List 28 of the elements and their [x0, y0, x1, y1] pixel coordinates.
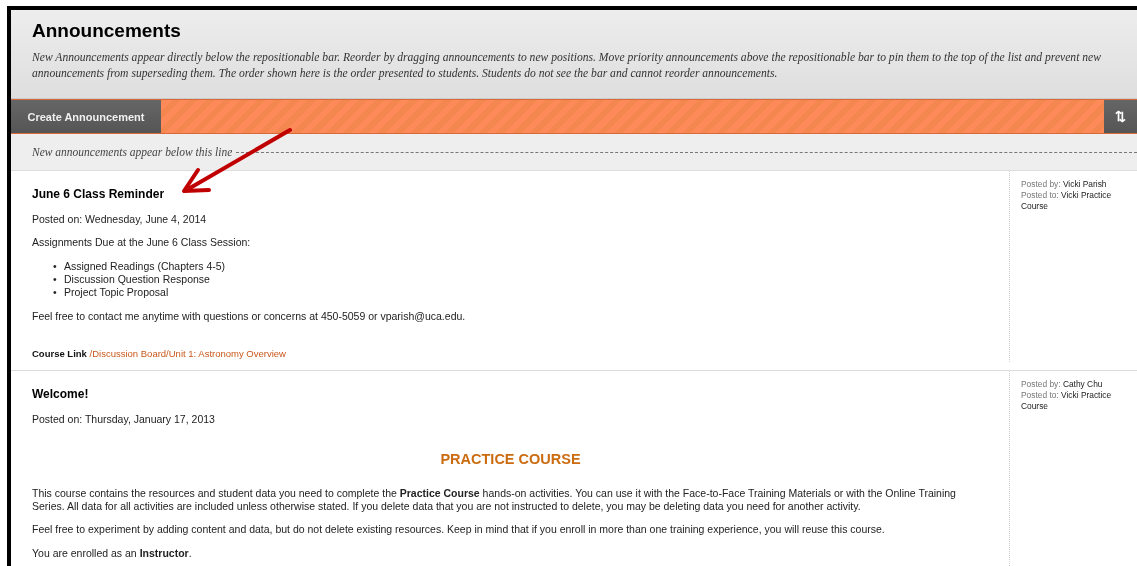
sort-button[interactable]: ⇅ — [1104, 100, 1137, 133]
course-link-label: Course Link — [32, 348, 87, 359]
course-link[interactable]: /Discussion Board/Unit 1: Astronomy Overview — [89, 348, 286, 359]
announcement-text: Feel free to experiment by adding content and data, but do not delete existing resources. Keep in mind that if you enroll in more than one training experience, you will reuse this course. — [32, 523, 886, 536]
course-heading: PRACTICE COURSE — [439, 451, 582, 467]
bullet: • — [53, 259, 58, 273]
announcement-title: Welcome! — [32, 387, 90, 401]
bullet: • — [53, 272, 58, 286]
announcement-text: Feel free to contact me anytime with questions or concerns at 450-5059 or vparish@uca.edu. — [32, 309, 467, 322]
announcement-text: You are enrolled as an Instructor. — [32, 546, 193, 559]
announcement-title: June 6 Class Reminder — [32, 187, 166, 201]
announcement-text: Assignments Due at the June 6 Class Session: — [32, 236, 252, 249]
posted-date: Posted on: Wednesday, June 4, 2014 — [32, 213, 208, 225]
posted-to: Posted to: Vicki Practice Course — [1021, 390, 1113, 412]
announcement-text: This course contains the resources and student data you need to complete the Practice Course hands-on activities. You can use it with the Face-to-Face Training Materials or with the Online Training Series. All data for all activities are included unless otherwise stated. If you delete data that you are not instructed to delete, you may be deleting data you need for another activity. — [32, 487, 957, 512]
posted-by: Posted by: Vicki Parish — [1021, 179, 1108, 190]
page-description: New Announcements appear directly below the repositionable bar. Reorder by dragging announcements to new positions. Move priority announcements above the repositionable bar to pin them to the top of the list and prevent new announcements from superseding them. The order shown here is the order presented to students. Students do not see the bar and cannot reorder announcements. — [32, 50, 1102, 82]
create-announcement-button[interactable]: Create Announcement — [11, 100, 161, 133]
posted-to: Posted to: Vicki Practice Course — [1021, 190, 1113, 212]
bullet: • — [53, 285, 58, 299]
list-item: Project Topic Proposal — [64, 285, 169, 299]
page-title: Announcements — [32, 20, 182, 42]
list-item: Assigned Readings (Chapters 4-5) — [64, 259, 226, 273]
posted-date: Posted on: Thursday, January 17, 2013 — [32, 413, 216, 425]
list-item: Discussion Question Response — [64, 272, 210, 286]
divider-note: New announcements appear below this line — [32, 146, 233, 158]
posted-by: Posted by: Cathy Chu — [1021, 379, 1104, 390]
repositionable-bar[interactable]: Create Announcement ⇅ — [11, 99, 1137, 134]
